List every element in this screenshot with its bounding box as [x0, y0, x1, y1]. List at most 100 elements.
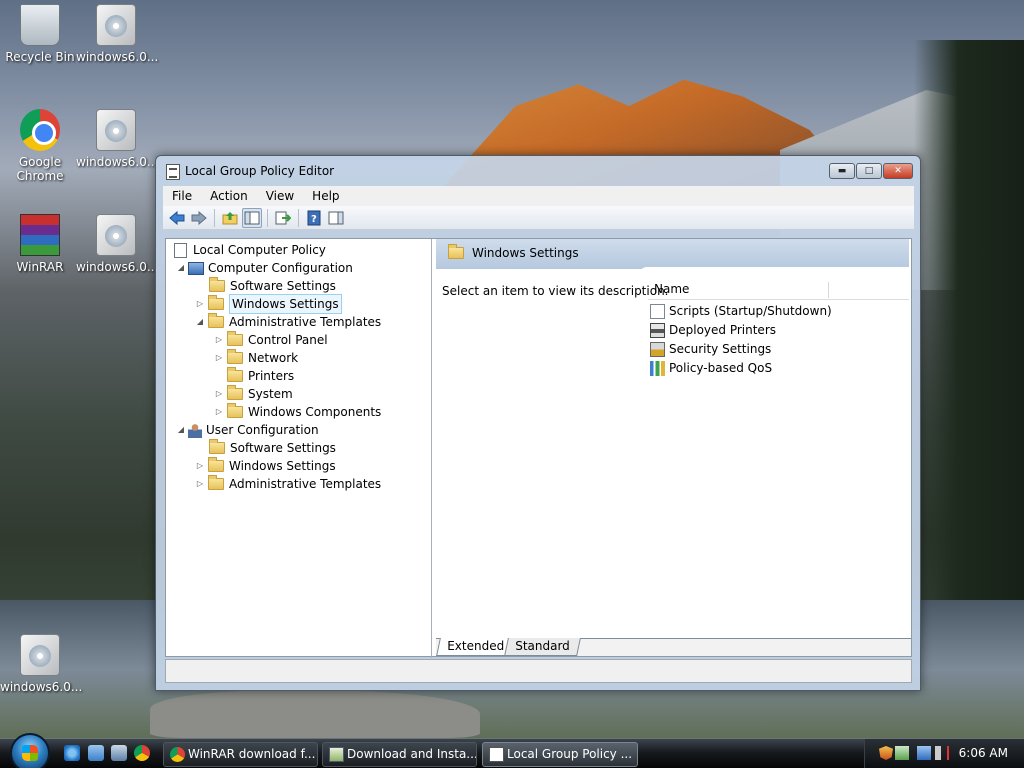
security-shield-icon[interactable] — [879, 746, 893, 760]
folder-icon — [227, 331, 243, 346]
collapse-arrow-icon[interactable]: ◢ — [176, 421, 186, 439]
tree-item-label: Control Panel — [248, 333, 328, 347]
desktop-icon-recycle-bin[interactable]: Recycle Bin — [0, 4, 80, 64]
taskbar-clock[interactable]: 6:06 AM — [959, 746, 1008, 760]
tree-item-label: Printers — [248, 369, 295, 383]
tree-item-label: Software Settings — [230, 441, 336, 455]
tree-item-local-computer-policy[interactable]: Local Computer Policy — [172, 241, 326, 259]
collapse-arrow-icon[interactable]: ◢ — [176, 259, 186, 277]
help-icon: ? — [307, 210, 321, 225]
window-titlebar[interactable]: Local Group Policy Editor ▬ □ ✕ — [156, 156, 920, 186]
tree-item-system[interactable]: ▷ System — [214, 385, 293, 403]
forward-button[interactable] — [189, 208, 209, 228]
tree-item-printers[interactable]: Printers — [224, 367, 294, 385]
network-icon[interactable] — [917, 746, 931, 760]
toolbar: ? — [163, 206, 914, 230]
tree-item-cc-software-settings[interactable]: Software Settings — [206, 277, 336, 295]
desktop-icon-winrar[interactable]: WinRAR — [0, 214, 80, 274]
tab-extended[interactable]: Extended — [436, 638, 515, 656]
folder-icon — [227, 403, 243, 418]
expand-arrow-icon[interactable]: ▷ — [214, 331, 224, 349]
description-text: Select an item to view its description. — [442, 284, 669, 298]
column-header-name[interactable]: Name — [654, 282, 689, 296]
view-tabs: Extended Standard — [436, 638, 911, 656]
expand-arrow-icon[interactable]: ▷ — [214, 403, 224, 421]
toolbar-separator — [214, 208, 215, 227]
wallpaper-trees — [914, 40, 1024, 600]
list-column-header: Name — [648, 280, 909, 300]
help-button[interactable]: ? — [304, 208, 324, 228]
qos-chart-icon — [650, 361, 665, 376]
desktop-icon-windows-installer-2[interactable]: windows6.0... — [76, 109, 158, 169]
taskbar-button-label: WinRAR download f... — [188, 747, 316, 761]
taskbar-button-download-install[interactable]: Download and Insta... — [322, 742, 477, 767]
tree-item-label: Software Settings — [230, 279, 336, 293]
menu-file[interactable]: File — [163, 189, 201, 203]
switch-windows-icon[interactable] — [111, 745, 127, 761]
chrome-icon[interactable] — [134, 745, 150, 761]
list-item-deployed-printers[interactable]: Deployed Printers — [650, 321, 776, 340]
tree-item-control-panel[interactable]: ▷ Control Panel — [214, 331, 328, 349]
tree-item-network[interactable]: ▷ Network — [214, 349, 298, 367]
expand-arrow-icon[interactable]: ▷ — [214, 385, 224, 403]
collapse-arrow-icon[interactable]: ◢ — [195, 313, 205, 331]
up-one-level-button[interactable] — [220, 208, 240, 228]
tree-item-label: Windows Components — [248, 405, 382, 419]
group-policy-editor-window: Local Group Policy Editor ▬ □ ✕ File Act… — [155, 155, 921, 691]
menu-view[interactable]: View — [257, 189, 303, 203]
tree-item-windows-components[interactable]: ▷ Windows Components — [214, 403, 381, 421]
tree-item-uc-administrative-templates[interactable]: ▷ Administrative Templates — [195, 475, 381, 493]
console-content: Local Computer Policy ◢ Computer Configu… — [165, 238, 912, 658]
folder-icon — [209, 439, 225, 454]
close-button[interactable]: ✕ — [883, 163, 913, 179]
tree-item-label: Windows Settings — [229, 459, 336, 473]
tree-item-uc-software-settings[interactable]: Software Settings — [206, 439, 336, 457]
tree-item-cc-administrative-templates[interactable]: ◢ Administrative Templates — [195, 313, 381, 331]
volume-muted-icon[interactable] — [935, 746, 949, 760]
expand-arrow-icon[interactable]: ▷ — [195, 457, 205, 475]
winrar-icon — [20, 214, 60, 256]
safely-remove-icon[interactable] — [895, 746, 909, 760]
taskbar-button-local-group-policy[interactable]: Local Group Policy ... — [482, 742, 638, 767]
installer-package-icon — [96, 4, 136, 46]
list-item-label: Scripts (Startup/Shutdown) — [669, 304, 832, 318]
security-icon — [650, 342, 665, 357]
tree-item-label: User Configuration — [206, 423, 319, 437]
list-item-policy-based-qos[interactable]: Policy-based QoS — [650, 359, 772, 378]
list-item-security-settings[interactable]: Security Settings — [650, 340, 771, 359]
list-item-scripts[interactable]: Scripts (Startup/Shutdown) — [650, 302, 832, 321]
show-hide-action-pane-button[interactable] — [326, 208, 346, 228]
start-button[interactable] — [10, 733, 50, 768]
tree-item-uc-windows-settings[interactable]: ▷ Windows Settings — [195, 457, 336, 475]
tree-item-cc-windows-settings[interactable]: ▷ Windows Settings — [195, 294, 342, 314]
taskbar-button-label: Download and Insta... — [347, 747, 477, 761]
tree-item-computer-configuration[interactable]: ◢ Computer Configuration — [176, 259, 353, 277]
tree-item-user-configuration[interactable]: ◢ User Configuration — [176, 421, 319, 439]
column-resize-handle[interactable] — [828, 282, 829, 298]
expand-arrow-icon[interactable]: ▷ — [214, 349, 224, 367]
installer-package-icon — [96, 109, 136, 151]
menu-help[interactable]: Help — [303, 189, 348, 203]
export-list-button[interactable] — [273, 208, 293, 228]
show-desktop-icon[interactable] — [88, 745, 104, 761]
tab-standard[interactable]: Standard — [504, 638, 581, 656]
forward-arrow-icon — [191, 210, 207, 225]
expand-arrow-icon[interactable]: ▷ — [195, 475, 205, 493]
menu-action[interactable]: Action — [201, 189, 257, 203]
minimize-button[interactable]: ▬ — [829, 163, 855, 179]
console-tree[interactable]: Local Computer Policy ◢ Computer Configu… — [166, 239, 432, 658]
desktop-icon-windows-installer-1[interactable]: windows6.0... — [76, 4, 158, 64]
desktop-icon-windows-installer-3[interactable]: windows6.0... — [76, 214, 158, 274]
chrome-icon — [170, 747, 185, 762]
desktop-icon-windows-installer-4[interactable]: windows6.0... — [0, 634, 82, 694]
internet-explorer-icon[interactable] — [64, 745, 80, 761]
desktop-icon-google-chrome[interactable]: Google Chrome — [0, 109, 80, 183]
toolbar-separator — [298, 208, 299, 227]
taskbar-button-winrar-download[interactable]: WinRAR download f... — [163, 742, 318, 767]
expand-arrow-icon[interactable]: ▷ — [195, 295, 205, 313]
tree-item-label-selected: Windows Settings — [229, 294, 342, 314]
show-hide-console-tree-button[interactable] — [242, 207, 262, 228]
back-button[interactable] — [167, 208, 187, 228]
back-arrow-icon — [169, 210, 185, 225]
maximize-button[interactable]: □ — [856, 163, 882, 179]
